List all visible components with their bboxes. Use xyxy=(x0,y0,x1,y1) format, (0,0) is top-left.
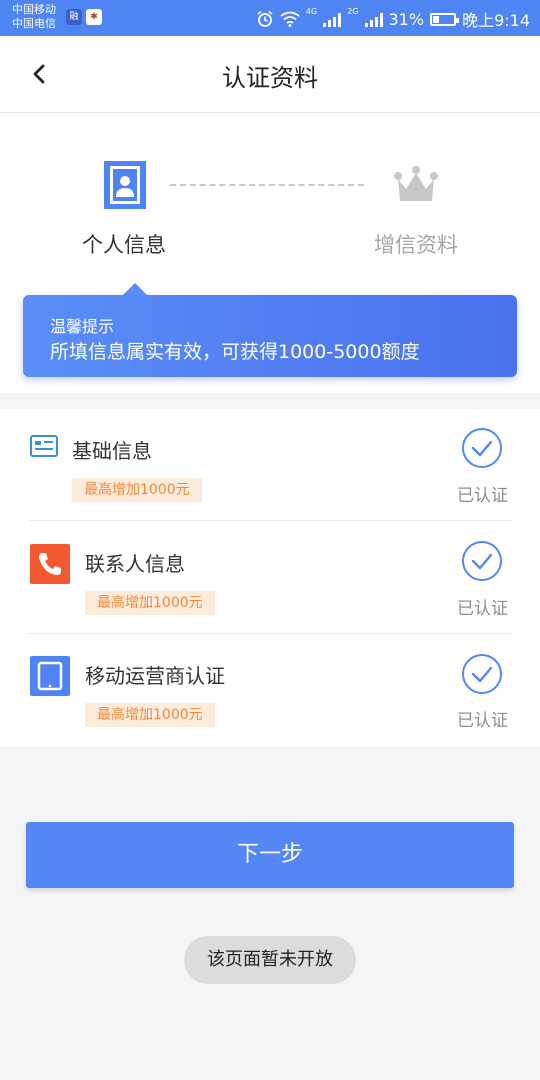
notification-app-icon-2: ✱ xyxy=(86,9,102,25)
network-type-2: 2G xyxy=(347,7,359,16)
auth-item-basic-info[interactable]: 基础信息 最高增加1000元 已认证 xyxy=(0,409,540,521)
battery-icon xyxy=(430,12,460,26)
auth-item-status: 已认证 xyxy=(457,711,508,731)
tip-title: 温馨提示 xyxy=(50,317,115,336)
tip-banner: 温馨提示 所填信息属实有效，可获得1000-5000额度 xyxy=(23,283,517,377)
auth-item-badge: 最高增加1000元 xyxy=(72,478,202,502)
app-header: 认证资料 xyxy=(0,36,540,113)
check-circle-icon xyxy=(462,428,502,468)
person-id-icon xyxy=(104,161,146,209)
alarm-icon xyxy=(257,10,273,27)
status-bar: 中国移动 中国电信 融 ✱ 4G 2G 31% 晚上9:14 xyxy=(0,0,540,36)
status-indicators: 4G 2G 31% 晚上9:14 xyxy=(256,7,530,31)
id-card-icon xyxy=(30,435,58,457)
check-circle-icon xyxy=(462,654,502,694)
tip-text: 所填信息属实有效，可获得1000-5000额度 xyxy=(50,341,420,363)
auth-item-badge: 最高增加1000元 xyxy=(85,591,215,615)
mobile-device-icon xyxy=(30,656,70,696)
check-circle-icon xyxy=(462,541,502,581)
auth-item-status: 已认证 xyxy=(457,599,508,619)
notification-app-icon: 融 xyxy=(66,9,82,25)
wifi-icon xyxy=(280,11,300,27)
page-title: 认证资料 xyxy=(222,64,318,92)
carrier-info: 中国移动 中国电信 xyxy=(12,3,56,31)
auth-item-status: 已认证 xyxy=(457,486,508,506)
step-label-credit-info: 增信资料 xyxy=(374,233,458,257)
auth-item-badge: 最高增加1000元 xyxy=(85,703,215,727)
status-time: 晚上9:14 xyxy=(462,11,530,30)
signal-icon-2 xyxy=(364,11,383,27)
crown-icon xyxy=(394,166,438,201)
toast-message: 该页面暂未开放 xyxy=(184,936,356,984)
signal-icon xyxy=(323,11,342,27)
auth-item-carrier[interactable]: 移动运营商认证 最高增加1000元 已认证 xyxy=(0,635,540,747)
next-step-button[interactable]: 下一步 xyxy=(26,822,514,888)
divider xyxy=(28,633,512,634)
auth-item-name: 移动运营商认证 xyxy=(85,664,225,688)
step-connector xyxy=(170,184,364,186)
auth-item-name: 基础信息 xyxy=(72,439,152,463)
auth-list: 基础信息 最高增加1000元 已认证 联系人信息 最高增加1000元 已认证 移… xyxy=(0,409,540,747)
step-label-personal-info: 个人信息 xyxy=(82,233,166,257)
carrier-2: 中国电信 xyxy=(12,17,56,30)
battery-percent: 31% xyxy=(388,9,425,29)
divider xyxy=(28,520,512,521)
battery-fill xyxy=(433,15,440,23)
phone-icon xyxy=(30,544,70,584)
carrier-1: 中国移动 xyxy=(12,3,56,16)
auth-item-contacts[interactable]: 联系人信息 最高增加1000元 已认证 xyxy=(0,522,540,634)
auth-item-name: 联系人信息 xyxy=(85,552,185,576)
network-type-1: 4G xyxy=(305,7,318,16)
progress-steps: 个人信息 增信资料 温馨提示 所填信息属实有效，可获得1000-5000额度 xyxy=(0,113,540,393)
